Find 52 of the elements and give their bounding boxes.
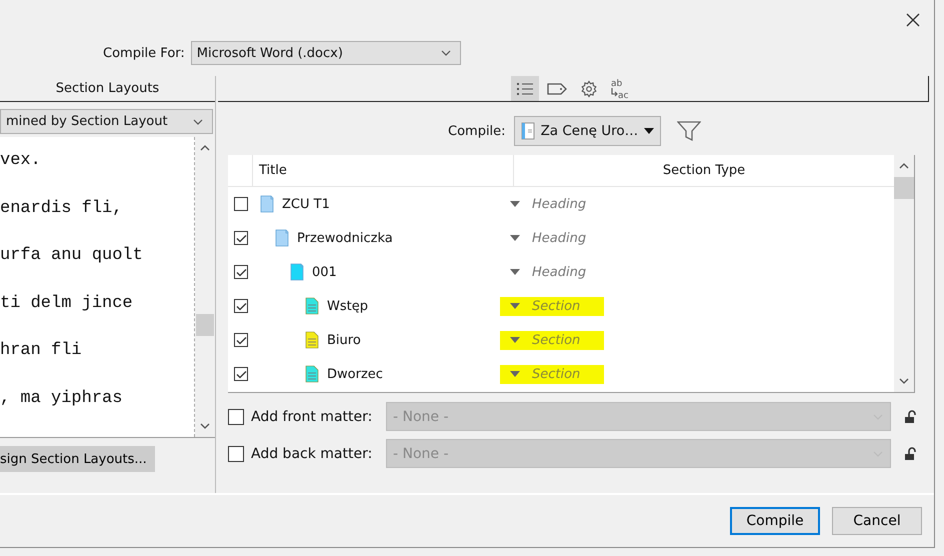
binder-item-title[interactable]: Biuro (327, 332, 361, 348)
layout-dropdown[interactable]: mined by Section Layout (0, 109, 213, 134)
lock-icon[interactable] (904, 410, 918, 424)
matter-label: Add front matter: (251, 408, 374, 424)
section-type-dropdown[interactable]: Heading (500, 194, 610, 214)
scope-dropdown[interactable]: Za Cenę Uro… (514, 116, 662, 146)
chevron-down-icon[interactable] (192, 118, 204, 126)
format-dropdown[interactable]: Microsoft Word (.docx) (190, 41, 461, 65)
binder-item-title[interactable]: Wstęp (327, 298, 368, 314)
checkbox[interactable] (234, 265, 248, 279)
compile-label: Compile: (448, 124, 506, 138)
binder-item-title[interactable]: Dworzec (327, 366, 383, 382)
chevron-down-icon[interactable] (440, 49, 452, 57)
scroll-thumb[interactable] (894, 177, 914, 199)
tag-icon (547, 82, 567, 94)
checkbox[interactable] (234, 299, 248, 313)
lock-icon[interactable] (904, 446, 918, 460)
close-icon[interactable] (906, 13, 920, 27)
gear-icon (580, 80, 598, 98)
checkbox[interactable] (234, 367, 248, 381)
assign-layouts-button[interactable]: sign Section Layouts... (0, 446, 155, 472)
preview-line: urfa anu quolt (0, 246, 143, 265)
column-header[interactable]: Section Type (662, 163, 746, 178)
caret-icon[interactable] (644, 128, 654, 134)
dialog-button[interactable]: Cancel (832, 507, 922, 535)
column-header[interactable]: Title (259, 163, 287, 178)
compile-for-label: Compile For: (103, 46, 185, 60)
filter-icon[interactable] (677, 120, 702, 142)
preview-line: enardis fli, (0, 198, 122, 218)
toolbar-tab[interactable] (511, 76, 539, 101)
preview-line: , ma yiphras (0, 388, 122, 408)
checkbox[interactable] (228, 446, 244, 462)
checkbox[interactable] (228, 408, 244, 424)
matter-label: Add back matter: (251, 446, 374, 462)
scroll-thumb[interactable] (196, 314, 214, 336)
scrollbar[interactable] (894, 155, 914, 392)
checkbox[interactable] (234, 197, 248, 211)
book-icon (520, 122, 535, 140)
scrollbar[interactable] (195, 137, 215, 437)
section-layouts-header: Section Layouts (56, 81, 160, 96)
checkbox[interactable] (234, 231, 248, 245)
section-type-dropdown[interactable]: Heading (500, 228, 610, 248)
binder-item-title[interactable]: Przewodniczka (297, 230, 393, 246)
binder-item-title[interactable]: 001 (312, 264, 337, 280)
binder-item-title[interactable]: ZCU T1 (282, 196, 330, 212)
checkbox[interactable] (234, 333, 248, 347)
preview-line: hran fli (0, 341, 82, 360)
preview-line: vex. (0, 151, 41, 170)
list-icon (517, 82, 533, 94)
section-type-dropdown[interactable]: Heading (500, 262, 610, 282)
dialog-button[interactable]: Compile (730, 507, 820, 535)
preview-line: ti delm jince (0, 294, 133, 312)
